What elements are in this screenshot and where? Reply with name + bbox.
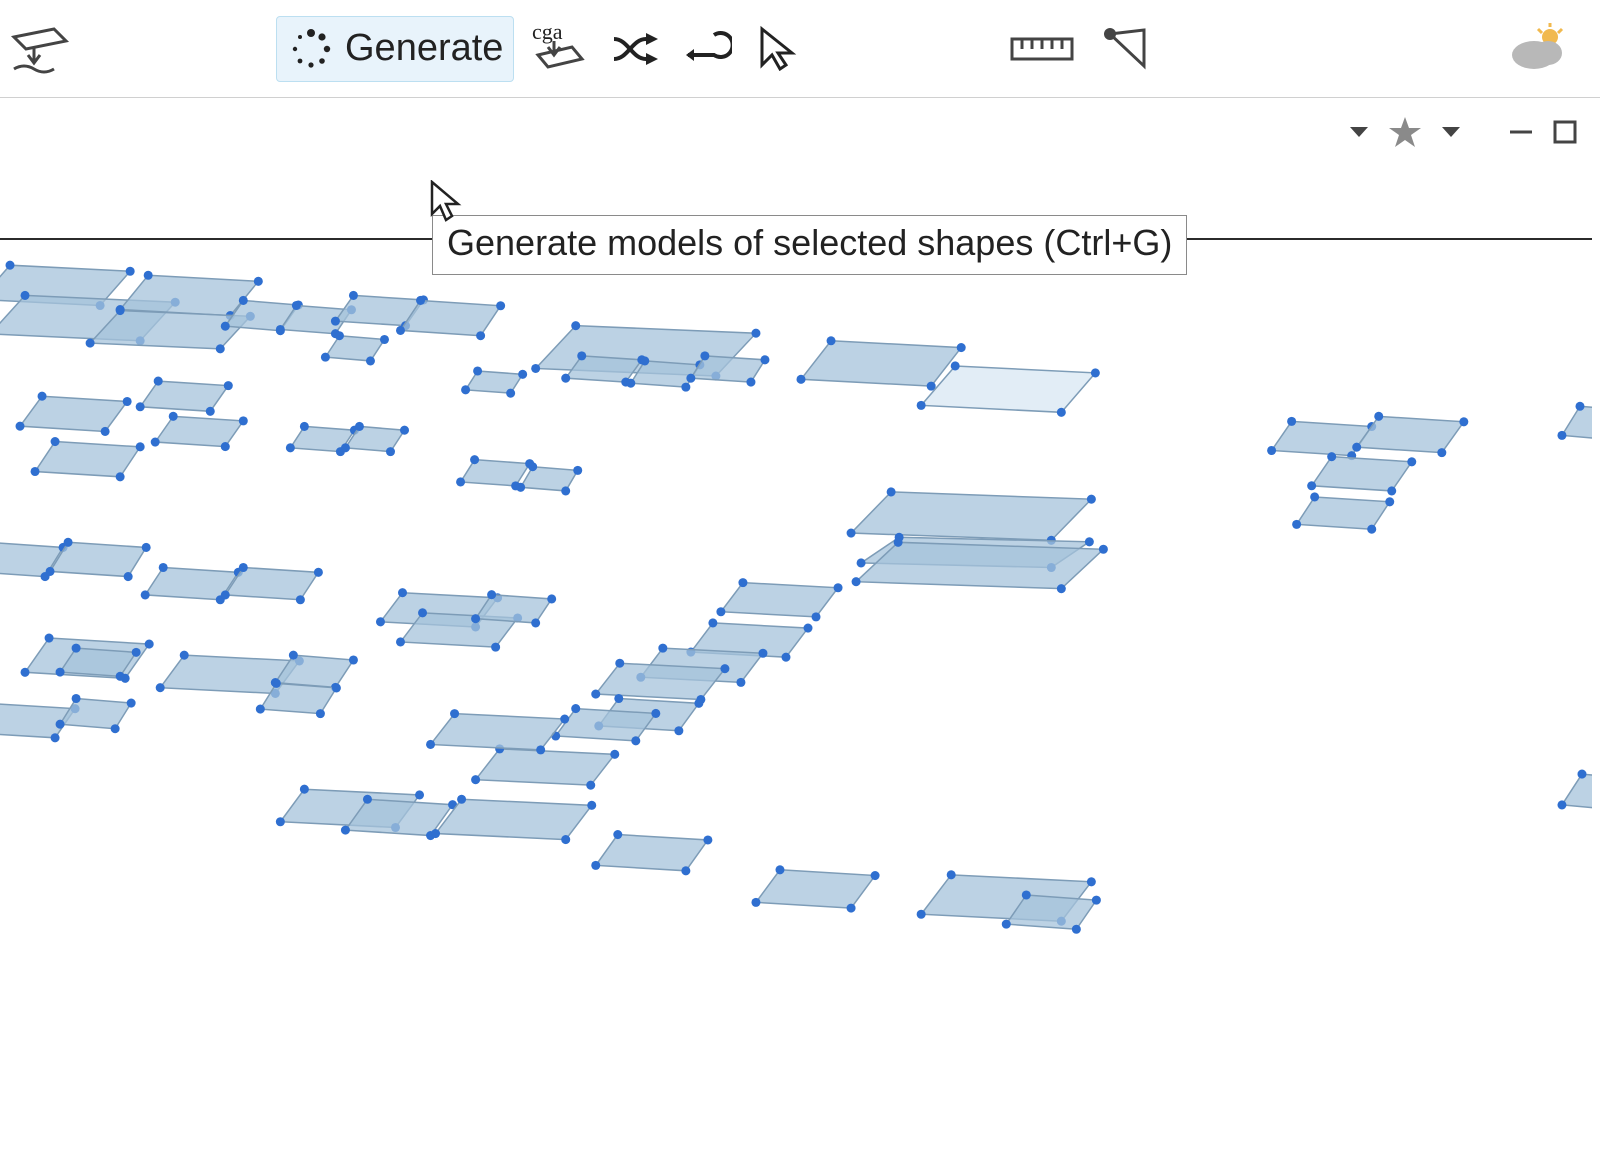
view-dropdown-1-button[interactable] bbox=[1344, 112, 1374, 152]
undo-redo-icon bbox=[680, 25, 732, 73]
face-tool-button[interactable] bbox=[1086, 17, 1160, 81]
favorite-button[interactable] bbox=[1384, 112, 1426, 152]
assign-cga-button[interactable]: cga bbox=[520, 17, 598, 81]
viewport-canvas bbox=[0, 240, 1592, 1157]
tooltip: Generate models of selected shapes (Ctrl… bbox=[432, 215, 1187, 275]
chevron-down-icon bbox=[1440, 121, 1462, 143]
select-tool-button[interactable] bbox=[742, 17, 810, 81]
lighting-button[interactable] bbox=[1498, 17, 1580, 81]
generate-button-label: Generate bbox=[345, 27, 503, 70]
generate-button[interactable]: Generate bbox=[276, 16, 514, 82]
star-icon bbox=[1388, 115, 1422, 149]
weather-icon bbox=[1508, 23, 1570, 75]
view-dropdown-2-button[interactable] bbox=[1436, 112, 1466, 152]
maximize-button[interactable] bbox=[1548, 112, 1582, 152]
create-shape-button[interactable] bbox=[0, 17, 86, 81]
create-shape-icon bbox=[6, 19, 76, 79]
svg-text:cga: cga bbox=[532, 21, 563, 44]
select-cursor-icon bbox=[752, 23, 800, 75]
maximize-icon bbox=[1552, 119, 1578, 145]
secondary-toolbar bbox=[0, 98, 1600, 166]
minimize-icon bbox=[1508, 119, 1534, 145]
shuffle-icon bbox=[608, 25, 660, 73]
chevron-down-icon bbox=[1348, 121, 1370, 143]
undo-redo-button[interactable] bbox=[670, 17, 742, 81]
ruler-icon bbox=[1010, 29, 1076, 69]
main-toolbar: Generate cga bbox=[0, 0, 1600, 98]
face-tool-icon bbox=[1096, 24, 1150, 74]
minimize-button[interactable] bbox=[1504, 112, 1538, 152]
assign-cga-icon: cga bbox=[530, 21, 588, 77]
viewport-3d[interactable] bbox=[0, 238, 1592, 1157]
shuffle-button[interactable] bbox=[598, 17, 670, 81]
generate-icon bbox=[287, 25, 335, 73]
ruler-button[interactable] bbox=[1000, 17, 1086, 81]
